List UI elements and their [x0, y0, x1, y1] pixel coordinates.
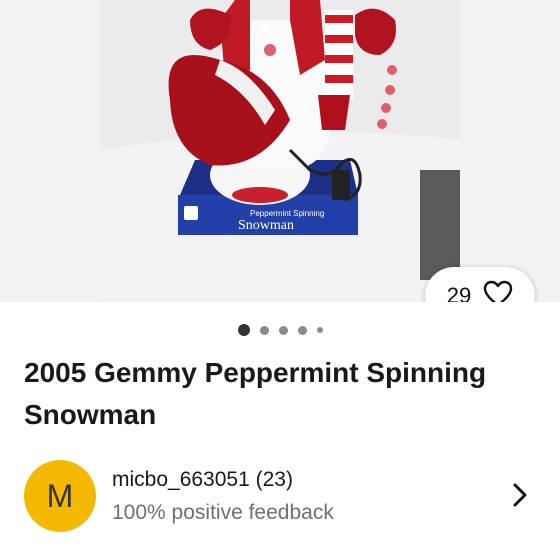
- watchers-count: 29: [446, 283, 472, 302]
- seller-name: micbo_663051: [112, 468, 250, 491]
- pagination-dot[interactable]: [237, 324, 250, 336]
- listing-title: 2005 Gemmy Peppermint Spinning Snowman: [24, 357, 487, 430]
- seller-feedback: 100% positive feedback: [112, 501, 334, 524]
- gallery-pagination: [0, 320, 560, 340]
- snowman-photo: Peppermint Spinning Snowman: [100, 0, 460, 302]
- seller-info-row[interactable]: M micbo_663051 (23) 100% positive feedba…: [0, 452, 560, 540]
- seller-rating: (23): [255, 468, 293, 491]
- chevron-right-icon[interactable]: [512, 482, 528, 513]
- pagination-dot[interactable]: [297, 325, 307, 335]
- pagination-dot[interactable]: [278, 325, 288, 335]
- seller-avatar: M: [24, 460, 96, 532]
- seller-name-line: micbo_663051 (23): [112, 468, 293, 492]
- image-gallery[interactable]: Peppermint Spinning Snowman 29: [0, 0, 560, 302]
- listing-photo[interactable]: Peppermint Spinning Snowman: [100, 0, 460, 302]
- box-label-line1: Peppermint Spinning: [250, 209, 324, 218]
- pagination-dot[interactable]: [259, 325, 269, 335]
- pagination-dot[interactable]: [316, 327, 323, 333]
- heart-icon: [483, 280, 513, 302]
- box-label-line2: Snowman: [238, 218, 294, 233]
- watch-button[interactable]: 29: [425, 267, 535, 302]
